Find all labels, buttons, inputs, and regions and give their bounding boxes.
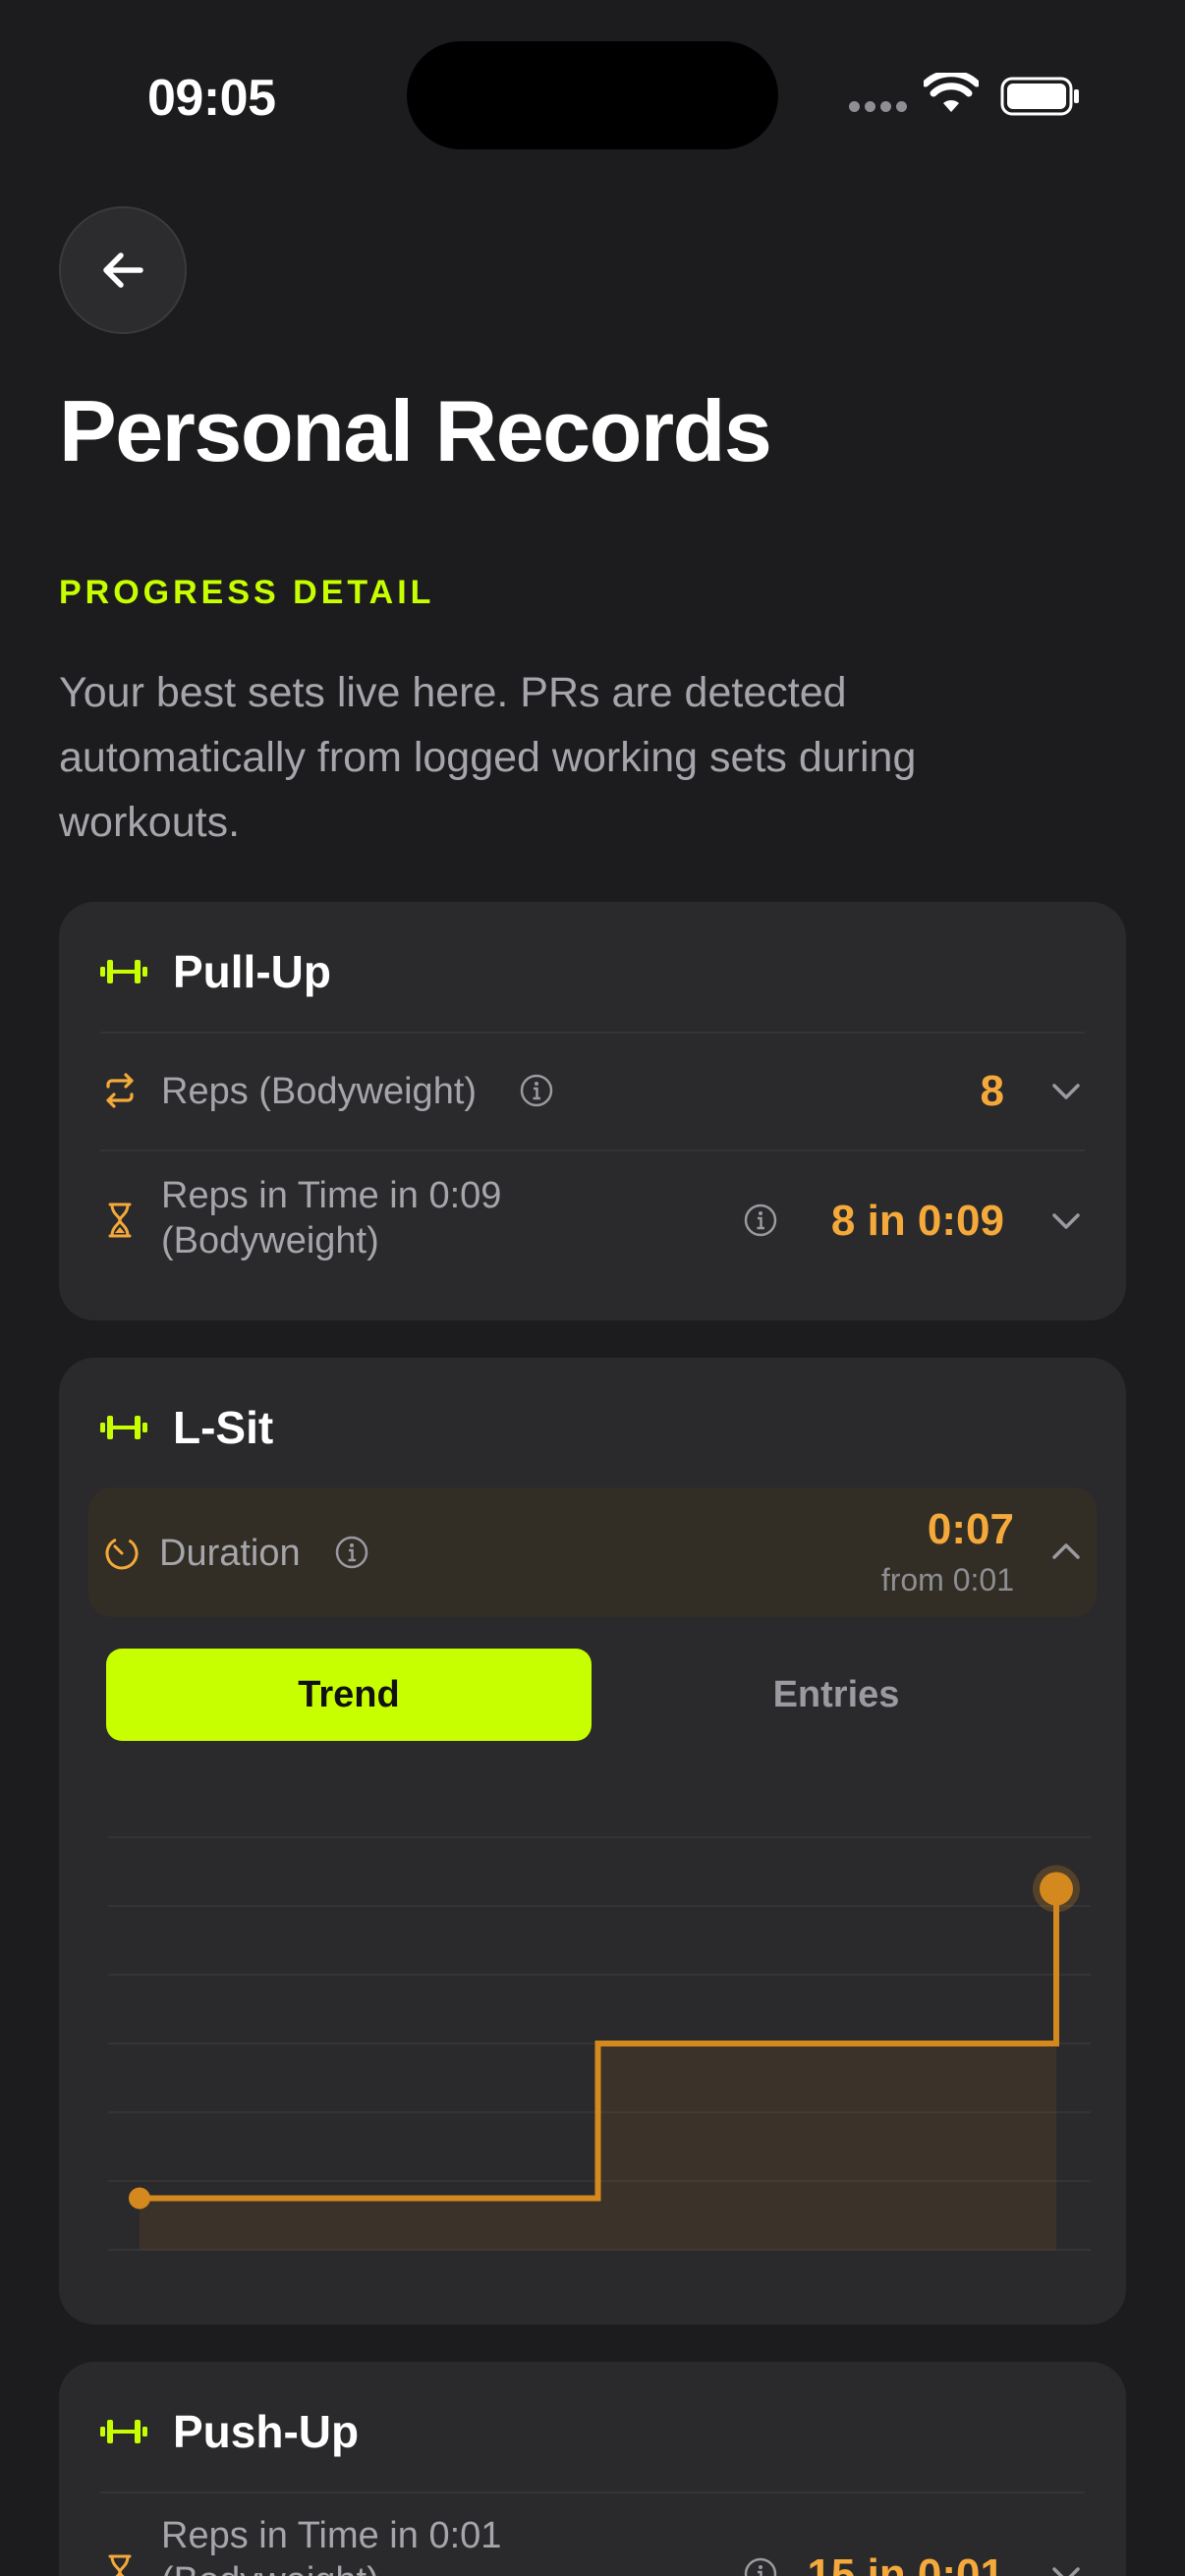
- status-time: 09:05: [147, 70, 276, 127]
- tab-trend[interactable]: Trend: [106, 1649, 592, 1741]
- pr-label: Reps (Bodyweight): [161, 1071, 478, 1112]
- exercise-name: L-Sit: [173, 1402, 274, 1453]
- pr-label-line1: Reps in Time in 0:09: [161, 1175, 502, 1216]
- chevron-down-icon[interactable]: [1047, 1073, 1085, 1110]
- chevron-up-icon[interactable]: [1047, 1533, 1085, 1570]
- exercise-header: L-Sit: [100, 1401, 273, 1454]
- exercise-card-push-up: Push-Up Reps in Time in 0:01 (Bodyweight…: [59, 2362, 1126, 2576]
- pr-value: 8: [980, 1067, 1004, 1115]
- exercise-header: Push-Up: [100, 2405, 359, 2458]
- chevron-down-icon[interactable]: [1047, 1203, 1085, 1240]
- cellular-signal-icon: [849, 101, 908, 113]
- exercise-name: Pull-Up: [173, 946, 331, 997]
- pr-row-reps-in-time[interactable]: Reps in Time in 0:09 (Bodyweight) 8 in 0…: [100, 1151, 1085, 1289]
- tab-entries[interactable]: Entries: [593, 1649, 1079, 1741]
- timer-icon: [105, 1537, 139, 1570]
- info-icon[interactable]: [519, 1073, 554, 1108]
- data-point[interactable]: [129, 2187, 150, 2210]
- back-button[interactable]: [59, 206, 187, 334]
- duration-trend-chart: [108, 1836, 1091, 2251]
- dumbbell-icon: [100, 2420, 147, 2443]
- page-description: Your best sets live here. PRs are detect…: [59, 669, 917, 846]
- pr-value: 8 in 0:09: [830, 1197, 1004, 1245]
- dynamic-island: [407, 41, 778, 149]
- pr-row-duration-expanded[interactable]: Duration 0:07 from 0:01: [88, 1487, 1097, 1617]
- exercise-header: Pull-Up: [100, 945, 331, 998]
- pr-label: Duration: [159, 1533, 301, 1574]
- info-icon[interactable]: [743, 2556, 778, 2576]
- pr-label: Reps in Time in 0:01 (Bodyweight): [161, 2513, 501, 2576]
- repeat-icon: [106, 1073, 134, 1108]
- pr-row-reps-in-time[interactable]: Reps in Time in 0:01 (Bodyweight) 15 in …: [100, 2493, 1085, 2576]
- pr-value: 15 in 0:01: [807, 2550, 1004, 2576]
- pr-label-line2: (Bodyweight): [161, 2558, 501, 2576]
- section-label: PROGRESS DETAIL: [59, 574, 435, 611]
- info-icon[interactable]: [334, 1535, 369, 1570]
- trend-entries-tabs: Trend Entries: [106, 1649, 1079, 1741]
- exercise-card-pull-up: Pull-Up Reps (Bodyweight) 8 Reps in Time…: [59, 902, 1126, 1320]
- chevron-down-icon[interactable]: [1047, 2556, 1085, 2576]
- info-icon[interactable]: [743, 1203, 778, 1238]
- hourglass-icon: [108, 2554, 132, 2576]
- page-title: Personal Records: [59, 382, 772, 479]
- pr-row-reps[interactable]: Reps (Bodyweight) 8: [100, 1034, 1085, 1149]
- dumbbell-icon: [100, 1416, 147, 1439]
- pr-label: Reps in Time in 0:09 (Bodyweight): [161, 1173, 501, 1263]
- pr-label-line1: Reps in Time in 0:01: [161, 2515, 502, 2556]
- status-bar: 09:05: [0, 0, 1185, 187]
- exercise-name: Push-Up: [173, 2406, 360, 2457]
- arrow-left-icon: [103, 252, 143, 288]
- dumbbell-icon: [100, 960, 147, 983]
- battery-icon: [1000, 77, 1079, 116]
- hourglass-icon: [108, 1203, 132, 1238]
- pr-label-line2: (Bodyweight): [161, 1220, 379, 1261]
- latest-data-point[interactable]: [1040, 1872, 1073, 1906]
- pr-value: 0:07: [927, 1505, 1014, 1553]
- wifi-icon: [924, 73, 979, 112]
- pr-from-value: from 0:01: [880, 1562, 1014, 1597]
